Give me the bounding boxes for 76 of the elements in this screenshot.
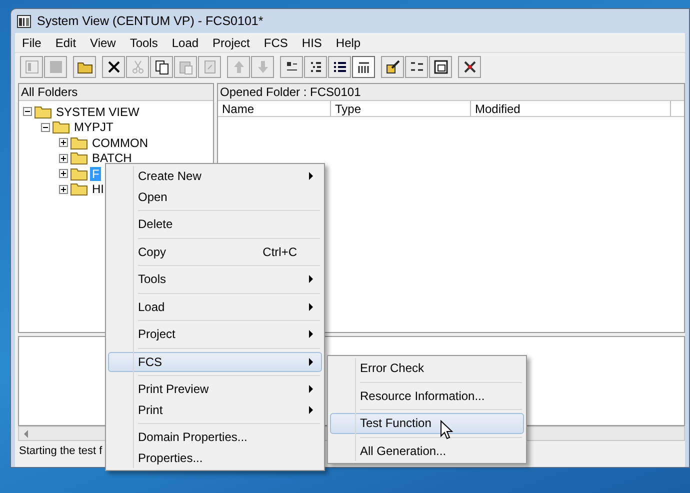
menu-item[interactable]: Load — [164, 34, 206, 52]
menu-item[interactable]: FCS — [108, 352, 322, 372]
folder-icon — [70, 166, 88, 181]
toolbar-button[interactable] — [352, 56, 375, 78]
expand-icon[interactable] — [59, 154, 68, 163]
expand-icon[interactable] — [59, 169, 68, 178]
toolbar-button[interactable] — [280, 56, 303, 78]
menu-item[interactable]: Print — [108, 400, 322, 420]
menu-item[interactable]: Open — [108, 186, 322, 207]
folder-icon — [52, 120, 70, 134]
menu-item[interactable]: Test Function — [330, 413, 524, 434]
window-icon — [24, 58, 40, 74]
menu-item[interactable]: FCS — [256, 34, 295, 52]
close-icon — [106, 58, 122, 74]
pane-title: All Folders — [19, 84, 213, 101]
submenu-arrow-icon — [309, 358, 313, 366]
menu-item[interactable]: Project — [206, 34, 257, 52]
scissors-icon — [130, 58, 146, 74]
toolbar-button[interactable] — [102, 56, 125, 78]
menu-item[interactable]: All Generation... — [330, 440, 524, 461]
tree-item[interactable]: MYPJT — [72, 120, 116, 134]
submenu-arrow-icon — [309, 172, 313, 180]
submenu-arrow-icon — [309, 406, 313, 414]
collapse-icon[interactable] — [41, 122, 50, 132]
scroll-left-icon[interactable] — [23, 430, 29, 438]
menu-item[interactable]: Load — [108, 296, 322, 317]
toolbar-button[interactable] — [429, 56, 452, 78]
menu-item[interactable]: Project — [108, 324, 322, 344]
menu-item[interactable]: File — [15, 34, 48, 52]
menu-item[interactable]: Help — [328, 34, 368, 52]
menu-item[interactable]: HIS — [294, 34, 329, 52]
expand-icon[interactable] — [59, 138, 68, 148]
app-icon — [17, 14, 31, 28]
copy-icon — [154, 58, 170, 74]
pencil-icon — [384, 58, 400, 74]
menu-item[interactable]: Tools — [122, 34, 165, 52]
toolbar-button[interactable] — [73, 56, 96, 78]
expand-icon[interactable] — [59, 184, 68, 194]
menu-item[interactable]: Tools — [108, 269, 322, 290]
menu-item[interactable]: Edit — [48, 34, 84, 52]
submenu-arrow-icon — [309, 302, 313, 311]
menu-item[interactable]: Create New — [108, 166, 322, 186]
tree-item[interactable]: SYSTEM VIEW — [54, 104, 142, 119]
submenu-arrow-icon — [309, 385, 313, 394]
window-title: System View (CENTUM VP) - FCS0101* — [37, 12, 264, 30]
pane-title: Opened Folder : FCS0101 — [218, 84, 684, 101]
toolbar-button[interactable] — [405, 56, 428, 78]
menu-item[interactable]: Copy Ctrl+C — [108, 242, 322, 262]
menu-item[interactable]: Print Preview — [108, 379, 322, 400]
toolbar-button[interactable] — [304, 56, 327, 78]
submenu-arrow-icon — [309, 275, 313, 284]
menu-item[interactable]: Delete — [108, 214, 322, 234]
menu-item[interactable]: View — [83, 34, 123, 52]
folder-icon — [34, 104, 52, 119]
collapse-icon[interactable] — [23, 107, 32, 116]
status-text: Starting the test f — [19, 444, 102, 459]
toolbar-button[interactable] — [381, 56, 404, 78]
paste-icon — [178, 58, 194, 74]
menu-item[interactable]: Domain Properties... — [108, 427, 322, 448]
menu-item[interactable]: Error Check — [330, 358, 524, 378]
toolbar-button[interactable] — [150, 56, 173, 78]
mouse-pointer-icon — [440, 420, 453, 440]
folder-icon — [70, 151, 88, 166]
menu-item[interactable]: Resource Information... — [330, 386, 524, 406]
document-icon — [202, 58, 218, 74]
tree-item[interactable]: BATCH — [90, 151, 134, 166]
toolbar-button[interactable] — [458, 56, 481, 78]
toolbar-button[interactable] — [328, 56, 351, 78]
square-icon — [48, 58, 64, 74]
submenu-arrow-icon — [309, 330, 313, 338]
menu-item[interactable]: Properties... — [108, 448, 322, 468]
folder-icon — [70, 182, 88, 196]
tree-item[interactable]: COMMON — [90, 136, 150, 150]
window-icon — [432, 58, 448, 74]
folder-icon — [70, 136, 88, 150]
tree-item[interactable]: HI — [90, 182, 106, 196]
